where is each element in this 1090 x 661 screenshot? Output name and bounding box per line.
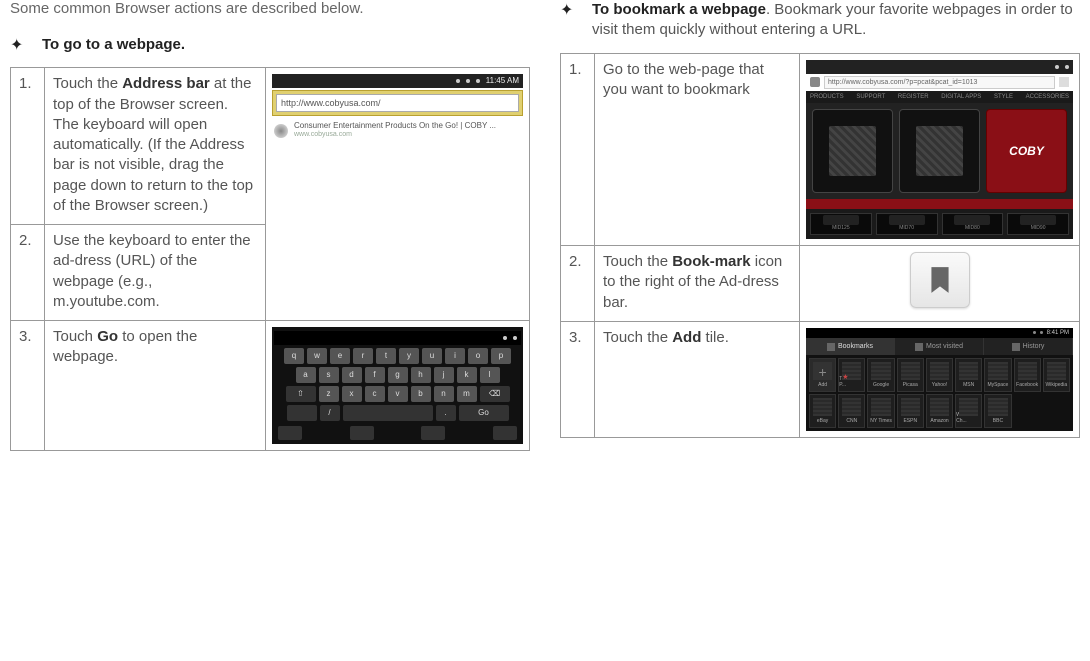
left-column: Some common Browser actions are describe… bbox=[10, 0, 530, 451]
status-bar: 11:45 AM bbox=[272, 74, 523, 88]
go-key[interactable]: Go bbox=[459, 405, 509, 421]
suggestion-row[interactable]: Consumer Entertainment Products On the G… bbox=[272, 118, 523, 142]
product-thumb[interactable]: MID70 bbox=[876, 213, 938, 235]
intro-text: Some common Browser actions are describe… bbox=[10, 0, 530, 17]
add-tile[interactable]: Add bbox=[809, 358, 836, 392]
product-thumb[interactable]: MID80 bbox=[942, 213, 1004, 235]
space-key[interactable] bbox=[343, 405, 433, 421]
bookmark-grid: Add ★Tablets & P... Google Picasa Yahoo!… bbox=[806, 355, 1073, 431]
bookmark-ribbon-icon bbox=[927, 265, 953, 295]
bookmark-tile[interactable]: NY Times bbox=[867, 394, 894, 428]
symbols-key[interactable] bbox=[287, 405, 317, 421]
bookmark-tile[interactable]: Google bbox=[867, 358, 894, 392]
bookmark-tile[interactable]: Picasa bbox=[897, 358, 924, 392]
tab-bookmarks[interactable]: Bookmarks bbox=[806, 338, 895, 355]
bookmark-tile[interactable]: Yahoo! bbox=[926, 358, 953, 392]
right-heading-bold: To bookmark a webpage bbox=[592, 1, 766, 18]
step-text: Go to the web-page that you want to book… bbox=[595, 53, 800, 246]
hero-image bbox=[812, 109, 893, 193]
step-number: 3. bbox=[561, 321, 595, 437]
bookmark-tile[interactable]: MySpace bbox=[984, 358, 1011, 392]
backspace-key[interactable]: ⌫ bbox=[480, 386, 510, 402]
screenshot-keyboard: q w e r t y u i o p a bbox=[266, 321, 530, 451]
cross-icon: ✦ bbox=[560, 0, 578, 20]
shift-key[interactable]: ⇧ bbox=[286, 386, 316, 402]
step-number: 1. bbox=[11, 68, 45, 225]
bookmark-tile[interactable]: Wikipedia bbox=[1043, 358, 1070, 392]
window-icon[interactable] bbox=[810, 77, 820, 87]
step-number: 2. bbox=[11, 225, 45, 321]
bookmark-tile[interactable]: BBC bbox=[984, 394, 1011, 428]
tab-most-visited[interactable]: Most visited bbox=[895, 338, 984, 355]
site-nav: PRODUCTSSUPPORTREGISTERDIGITAL APPSSTYLE… bbox=[806, 91, 1073, 103]
product-thumb[interactable]: MID90 bbox=[1007, 213, 1069, 235]
screenshot-address-bar: 11:45 AM http://www.cobyusa.com/ Consume… bbox=[266, 68, 530, 321]
keyboard-row[interactable]: q w e r t y u i o p bbox=[274, 348, 521, 364]
right-steps-table: 1. Go to the web-page that you want to b… bbox=[560, 53, 1080, 439]
cross-icon: ✦ bbox=[10, 35, 28, 55]
step-text: Use the keyboard to enter the ad-dress (… bbox=[45, 225, 266, 321]
step-number: 2. bbox=[561, 246, 595, 322]
bookmark-button[interactable] bbox=[910, 252, 970, 308]
screenshot-bookmark-icon bbox=[800, 246, 1080, 322]
bookmark-tile[interactable]: Weather Ch... bbox=[955, 394, 982, 428]
bookmark-tile[interactable]: ESPN bbox=[897, 394, 924, 428]
bookmark-icon[interactable] bbox=[1059, 77, 1069, 87]
left-heading: ✦ To go to a webpage. bbox=[10, 35, 530, 55]
status-bar bbox=[806, 60, 1073, 74]
step-text: Touch the Book-mark icon to the right of… bbox=[595, 246, 800, 322]
right-heading: ✦ To bookmark a webpage. Bookmark your f… bbox=[560, 0, 1080, 41]
left-heading-text: To go to a webpage. bbox=[42, 36, 185, 53]
clock: 11:45 AM bbox=[486, 76, 519, 87]
product-thumb[interactable]: MID125 bbox=[810, 213, 872, 235]
star-icon: ★ bbox=[842, 373, 848, 382]
tab-bar: Bookmarks Most visited History bbox=[806, 338, 1073, 355]
right-column: ✦ To bookmark a webpage. Bookmark your f… bbox=[560, 0, 1080, 451]
tab-history[interactable]: History bbox=[984, 338, 1073, 355]
bookmark-tile[interactable]: CNN bbox=[838, 394, 865, 428]
keyboard-row[interactable]: ⇧ z x c v b n m ⌫ bbox=[274, 386, 521, 402]
slash-key[interactable]: / bbox=[320, 405, 340, 421]
step-text: Touch the Address bar at the top of the … bbox=[45, 68, 266, 225]
bookmark-tile[interactable]: Amazon bbox=[926, 394, 953, 428]
screenshot-coby-page: http://www.cobyusa.com/?p=pcat&pcat_id=1… bbox=[800, 53, 1080, 246]
address-bar-input[interactable]: http://www.cobyusa.com/ bbox=[276, 94, 519, 112]
brand-logo: COBY bbox=[986, 109, 1067, 193]
step-number: 3. bbox=[11, 321, 45, 451]
bookmark-tile[interactable]: Facebook bbox=[1014, 358, 1041, 392]
status-bar: 8:41 PM bbox=[806, 328, 1073, 338]
favicon-icon bbox=[274, 124, 288, 138]
address-bar[interactable]: http://www.cobyusa.com/?p=pcat&pcat_id=1… bbox=[824, 76, 1055, 89]
keyboard-row[interactable]: / . Go bbox=[274, 405, 521, 421]
screenshot-bookmarks-screen: 8:41 PM Bookmarks Most visited History A… bbox=[800, 321, 1080, 437]
bookmark-tile[interactable]: eBay bbox=[809, 394, 836, 428]
clock-icon bbox=[1012, 343, 1020, 351]
bookmark-tile[interactable]: MSN bbox=[955, 358, 982, 392]
dot-key[interactable]: . bbox=[436, 405, 456, 421]
step-number: 1. bbox=[561, 53, 595, 246]
bookmark-tile[interactable]: ★Tablets & P... bbox=[838, 358, 865, 392]
star-icon bbox=[827, 343, 835, 351]
hero-image bbox=[899, 109, 980, 193]
left-steps-table: 1. Touch the Address bar at the top of t… bbox=[10, 67, 530, 451]
step-text: Touch Go to open the webpage. bbox=[45, 321, 266, 451]
address-bar[interactable]: http://www.cobyusa.com/ bbox=[272, 90, 523, 116]
keyboard-row[interactable]: a s d f g h j k l bbox=[274, 367, 521, 383]
list-icon bbox=[915, 343, 923, 351]
step-text: Touch the Add tile. bbox=[595, 321, 800, 437]
